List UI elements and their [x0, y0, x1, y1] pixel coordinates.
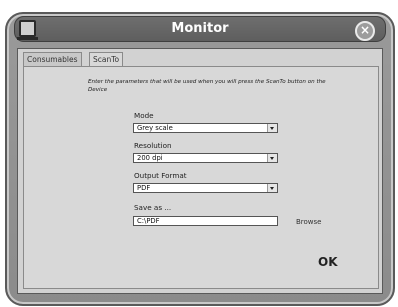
window-content: Consumables ScanTo Enter the parameters …: [17, 48, 383, 294]
output-format-label: Output Format: [134, 171, 187, 180]
window-title: Monitor: [171, 21, 229, 36]
resolution-value: 200 dpi: [137, 154, 163, 162]
title-bar: Monitor ×: [14, 16, 386, 42]
browse-link[interactable]: Browse: [296, 218, 322, 226]
instructions-text: Enter the parameters that will be used w…: [88, 79, 326, 93]
save-as-label: Save as ...: [134, 203, 172, 212]
output-format-select[interactable]: PDF: [133, 183, 278, 193]
ok-button[interactable]: OK: [318, 255, 338, 269]
resolution-select[interactable]: 200 dpi: [133, 153, 278, 163]
save-as-input[interactable]: C:\PDF: [133, 216, 278, 226]
chevron-down-icon[interactable]: [267, 184, 277, 192]
mode-select[interactable]: Grey scale: [133, 123, 278, 133]
tab-scanto[interactable]: ScanTo: [89, 52, 124, 67]
chevron-down-icon[interactable]: [267, 124, 277, 132]
close-button[interactable]: ×: [355, 21, 375, 41]
resolution-label: Resolution: [134, 141, 172, 150]
mode-value: Grey scale: [137, 124, 173, 132]
mode-label: Mode: [134, 111, 154, 120]
tab-consumables[interactable]: Consumables: [23, 52, 82, 66]
chevron-down-icon[interactable]: [267, 154, 277, 162]
output-format-value: PDF: [137, 184, 151, 192]
scanto-panel: Enter the parameters that will be used w…: [23, 66, 379, 289]
